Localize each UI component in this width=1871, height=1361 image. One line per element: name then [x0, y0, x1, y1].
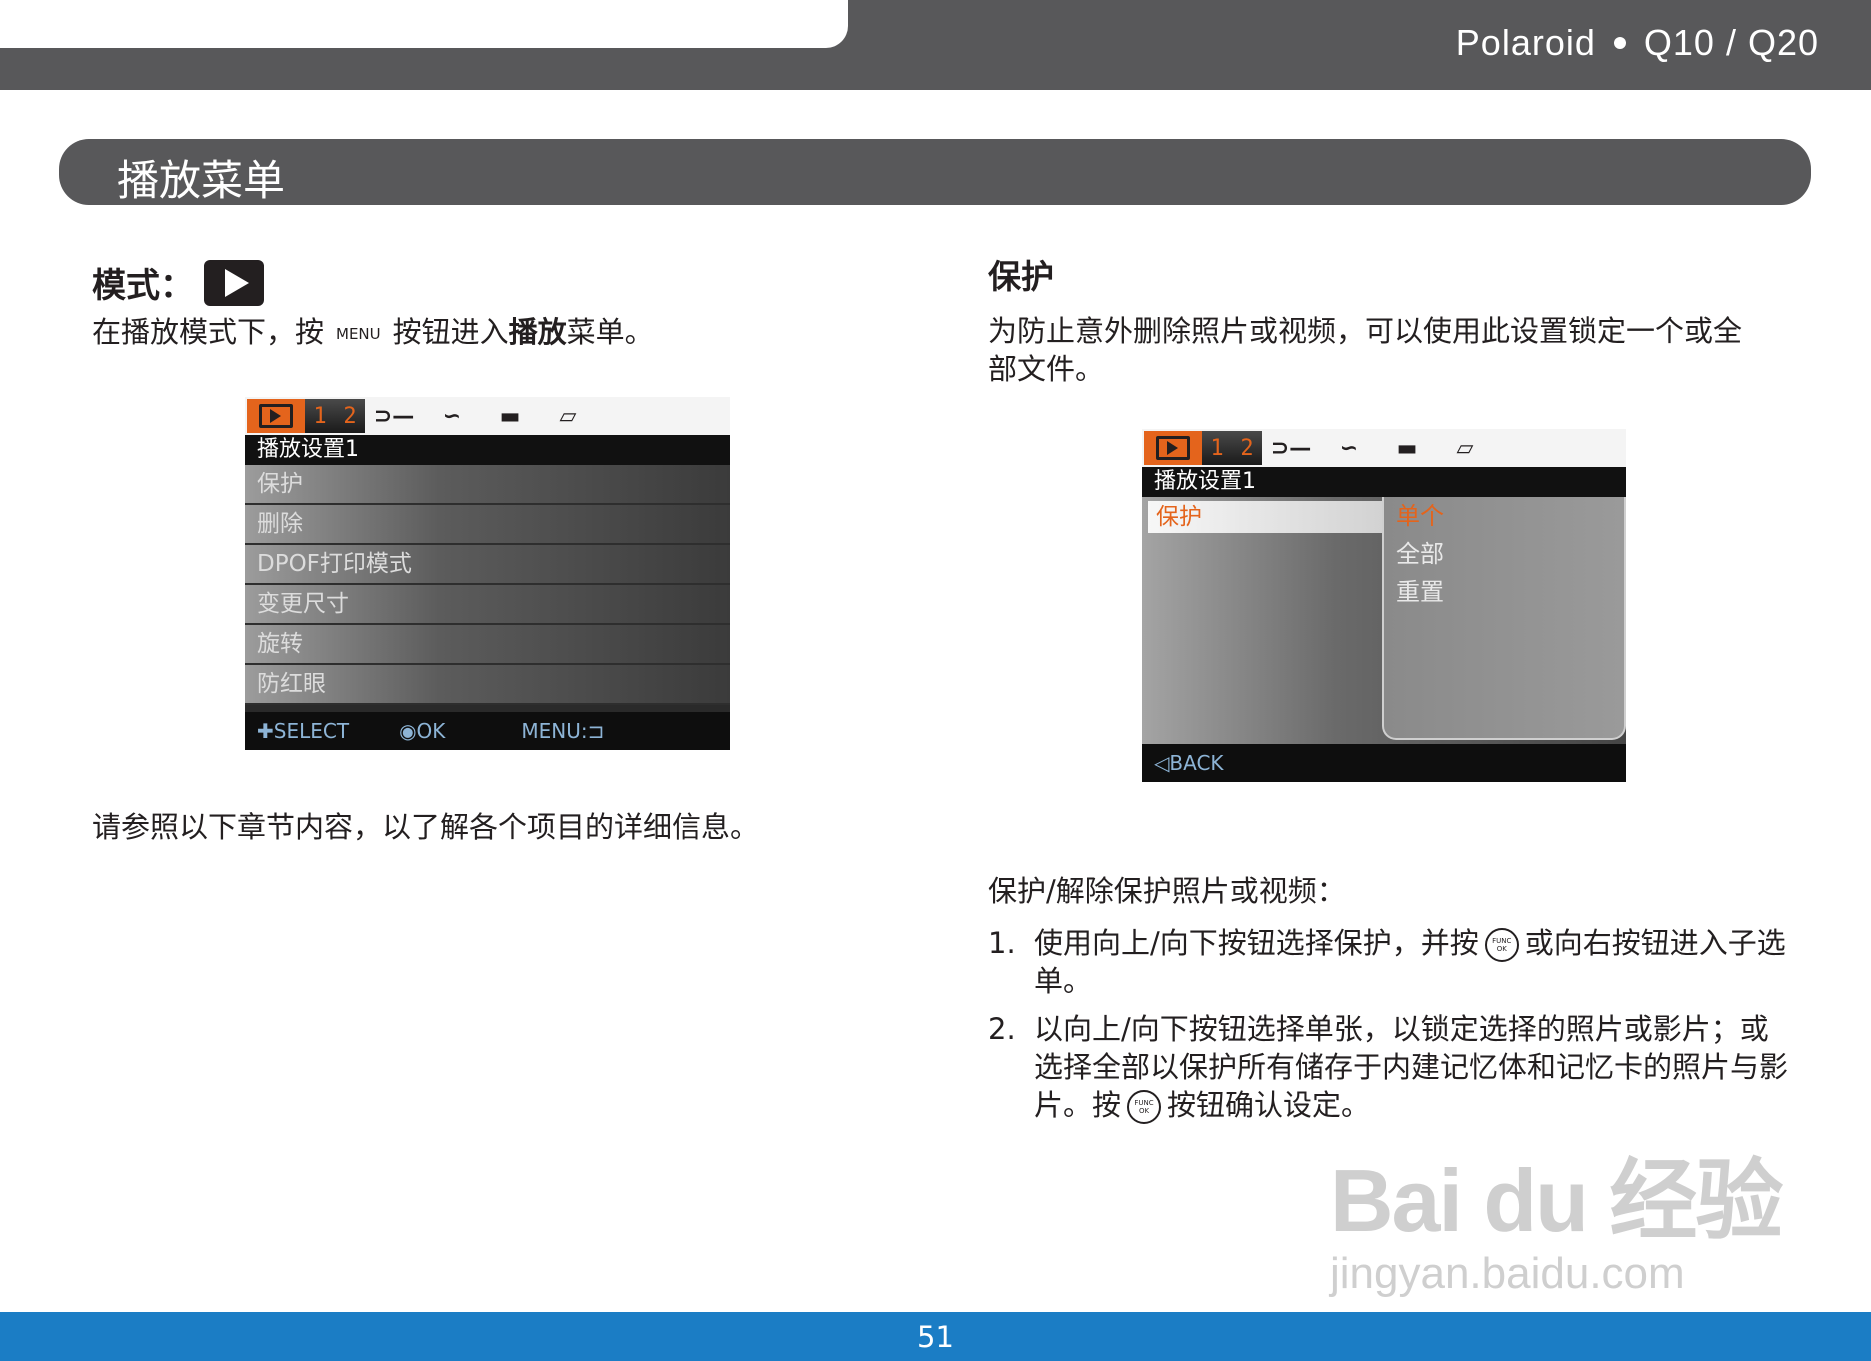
page-tab: 1 2 [305, 399, 365, 433]
step-text-before: 使用向上/向下按钮选择保护，并按 [1034, 926, 1479, 960]
lcd-submenu-item: 重置 [1396, 578, 1444, 606]
return-icon: ⊐ [587, 719, 605, 743]
wave-icon: ∽ [442, 403, 462, 429]
page-tab-1: 1 [313, 403, 327, 429]
page-tab: 1 2 [1202, 431, 1262, 465]
lcd-title: 播放设置1 [245, 435, 730, 465]
lcd-playback-menu: 1 2 ⊃— ∽ ▬ ▱ 播放设置1 保护 删除 DPOF打印模式 变更尺寸 旋… [245, 397, 730, 750]
brand-name: Polaroid [1455, 22, 1596, 63]
lcd-menu-item: 旋转 [245, 625, 730, 665]
protect-intro: 为防止意外删除照片或视频，可以使用此设置锁定一个或全部文件。 [988, 314, 1743, 386]
page-tab-2: 2 [1240, 435, 1254, 461]
playback-tab-icon [1144, 431, 1202, 465]
brand-title: Polaroid Q10 / Q20 [1456, 22, 1819, 64]
protect-heading: 保护 [988, 257, 1054, 296]
card-icon: ▱ [559, 403, 577, 429]
section-title: 播放菜单 [117, 156, 286, 205]
steps-title: 保护/解除保护照片或视频： [988, 874, 1346, 908]
step-item: 2. 以向上/向下按钮选择单张，以锁定选择的照片或影片；或选择全部以保护所有储存… [988, 1010, 1788, 1124]
section-title-bar: 播放菜单 [59, 139, 1811, 205]
card-icon: ▱ [1456, 435, 1474, 461]
refer-note: 请参照以下章节内容，以了解各个项目的详细信息。 [92, 810, 760, 844]
step-text: 使用向上/向下按钮选择保护，并按 FUNC OK 或向右按钮进入子选单。 [1034, 924, 1788, 1000]
page-tab-1: 1 [1210, 435, 1224, 461]
page-number: 51 [917, 1320, 954, 1354]
right-column: 保护 为防止意外删除照片或视频，可以使用此设置锁定一个或全部文件。 [988, 250, 1808, 388]
ok-button-icon: ◉ [399, 719, 417, 743]
mode-label: 模式： [92, 266, 194, 306]
lcd-submenu-item: 全部 [1396, 540, 1444, 568]
lcd-footer: ◁ BACK [1142, 744, 1626, 782]
lcd-tab-bar: 1 2 ⊃— ∽ ▬ ▱ [245, 397, 730, 435]
header-tab-cutout [0, 0, 848, 48]
header-band: Polaroid Q10 / Q20 [0, 0, 1871, 90]
lcd-protect-menu: 1 2 ⊃— ∽ ▬ ▱ 播放设置1 保护 单个 全部 重置 ◁ BACK [1142, 429, 1626, 782]
lcd-menu-item: 变更尺寸 [245, 585, 730, 625]
intro-text-3: 菜单。 [566, 315, 654, 349]
step-number: 1. [988, 926, 1016, 960]
intro-text-1: 在播放模式下，按 [92, 315, 325, 349]
lcd-title: 播放设置1 [1142, 467, 1626, 497]
lcd-menu-list: 保护 删除 DPOF打印模式 变更尺寸 旋转 防红眼 [245, 465, 730, 705]
playback-tab-icon [247, 399, 305, 433]
intro-paragraph: 在播放模式下，按 MENU 按钮进入播放菜单。 [92, 313, 892, 353]
wrench-icon: ⊃— [373, 403, 415, 429]
func-ok-button-icon: FUNC OK [1127, 1090, 1162, 1124]
step-text: 以向上/向下按钮选择单张，以锁定选择的照片或影片；或选择全部以保护所有储存于内建… [1034, 1010, 1788, 1124]
lcd-menu-body: 保护 单个 全部 重置 [1142, 497, 1626, 744]
protect-steps: 保护/解除保护照片或视频： 1. 使用向上/向下按钮选择保护，并按 FUNC OK… [988, 868, 1788, 1134]
lcd-tab-bar: 1 2 ⊃— ∽ ▬ ▱ [1142, 429, 1626, 467]
steps-list: 1. 使用向上/向下按钮选择保护，并按 FUNC OK 或向右按钮进入子选单。 2.… [988, 924, 1788, 1124]
func-ok-button-icon: FUNC OK [1484, 928, 1519, 962]
mode-line: 模式： [92, 258, 892, 307]
step-item: 1. 使用向上/向下按钮选择保护，并按 FUNC OK 或向右按钮进入子选单。 [988, 924, 1788, 1000]
model-name: Q10 / Q20 [1643, 22, 1819, 63]
step-number: 2. [988, 1012, 1016, 1046]
lcd-submenu-item: 单个 [1396, 502, 1444, 530]
lcd-menu-item: 删除 [245, 505, 730, 545]
lcd-menu-item: 防红眼 [245, 665, 730, 705]
bullet-dot-icon [1613, 37, 1626, 49]
play-mode-icon [204, 259, 264, 306]
intro-bold-text: 播放 [508, 315, 567, 349]
lcd-menu-item: DPOF打印模式 [245, 545, 730, 585]
lcd-selected-item: 保护 [1148, 501, 1396, 533]
wrench-icon: ⊃— [1270, 435, 1312, 461]
watermark-logo-text: Bai du 经验 [1330, 1151, 1783, 1250]
back-arrow-icon: ◁ [1154, 751, 1170, 775]
camera-icon: ▬ [499, 403, 521, 429]
lcd-footer: ✚ SELECT ◉ OK MENU: ⊐ [245, 712, 730, 750]
back-hint: BACK [1169, 751, 1224, 775]
select-hint: SELECT [273, 719, 350, 743]
baidu-watermark: Bai du 经验 jingyan.baidu.com [1330, 1130, 1790, 1298]
lcd-submenu: 单个 全部 重置 [1382, 497, 1626, 740]
camera-icon: ▬ [1396, 435, 1418, 461]
step-text-after: 按钮确认设定。 [1167, 1088, 1371, 1122]
lcd-menu-item: 保护 [245, 465, 730, 505]
menu-key-label: MENU [336, 325, 381, 343]
dpad-icon: ✚ [257, 719, 274, 743]
ok-hint: OK [416, 719, 446, 743]
menu-hint: MENU: [521, 719, 588, 743]
page-tab-2: 2 [343, 403, 357, 429]
intro-text-2: 按钮进入 [392, 315, 509, 349]
wave-icon: ∽ [1339, 435, 1359, 461]
footer-bar: 51 [0, 1312, 1871, 1361]
left-column: 模式： 在播放模式下，按 MENU 按钮进入播放菜单。 [92, 258, 892, 353]
